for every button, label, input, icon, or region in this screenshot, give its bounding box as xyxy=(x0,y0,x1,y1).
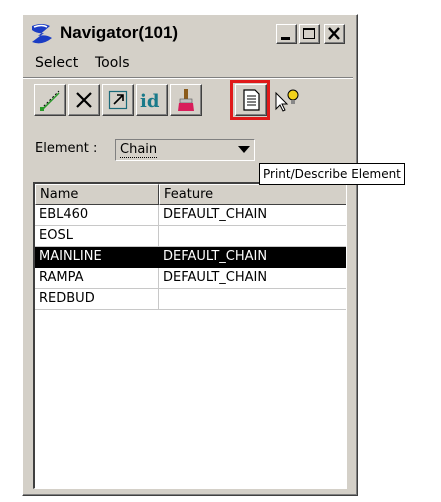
id-icon: id xyxy=(140,91,160,112)
maximize-icon xyxy=(303,28,315,39)
menu-divider xyxy=(23,77,353,79)
chevron-down-icon xyxy=(238,146,250,153)
menu-tools[interactable]: Tools xyxy=(95,55,130,71)
paint-brush-icon xyxy=(178,89,194,111)
window-arrow-icon xyxy=(108,90,128,110)
table-row[interactable]: REDBUD xyxy=(35,289,346,310)
cell-name: EBL460 xyxy=(35,205,159,226)
column-header-feature[interactable]: Feature xyxy=(159,184,346,205)
cell-feature: DEFAULT_CHAIN xyxy=(159,268,346,289)
draw-line-icon xyxy=(40,90,60,111)
cell-feature: DEFAULT_CHAIN xyxy=(159,247,346,268)
pointer-bulb-icon xyxy=(275,89,299,112)
list-header: Name Feature xyxy=(35,184,346,205)
title-bar[interactable]: Navigator(101) xyxy=(26,18,352,50)
draw-line-button[interactable] xyxy=(34,84,66,116)
cell-name: EOSL xyxy=(35,226,159,247)
window-area-button[interactable] xyxy=(102,84,134,116)
table-row[interactable]: EOSL xyxy=(35,226,346,247)
cell-name: MAINLINE xyxy=(35,247,159,268)
delete-button[interactable] xyxy=(68,84,100,116)
cell-feature xyxy=(159,289,346,310)
cell-name: REDBUD xyxy=(35,289,159,310)
cell-feature: DEFAULT_CHAIN xyxy=(159,205,346,226)
navigator-window: Navigator(101) Select Tools id Element:… xyxy=(22,14,405,496)
table-row[interactable]: MAINLINE DEFAULT_CHAIN xyxy=(35,247,346,268)
highlight-box xyxy=(230,80,270,120)
cell-name: RAMPA xyxy=(35,268,159,289)
tooltip: Print/Describe Element xyxy=(259,163,405,185)
table-row[interactable]: RAMPA DEFAULT_CHAIN xyxy=(35,268,346,289)
paint-brush-button[interactable] xyxy=(170,84,202,116)
cell-feature xyxy=(159,226,346,247)
close-button[interactable] xyxy=(324,24,345,44)
menu-bar: Select Tools xyxy=(26,53,352,75)
element-select-value: Chain xyxy=(120,142,158,158)
window-title: Navigator(101) xyxy=(60,23,179,42)
element-list[interactable]: Name Feature EBL460 DEFAULT_CHAIN EOSL MAIN… xyxy=(33,182,347,489)
delete-x-icon xyxy=(76,92,92,108)
column-header-name[interactable]: Name xyxy=(35,184,159,205)
menu-select[interactable]: Select xyxy=(35,55,78,71)
identify-button[interactable]: id xyxy=(136,84,168,116)
maximize-button[interactable] xyxy=(299,24,320,44)
minimize-icon xyxy=(281,37,290,40)
minimize-button[interactable] xyxy=(276,24,297,44)
svg-text:id: id xyxy=(140,91,160,112)
navigator-app-icon xyxy=(32,24,52,44)
element-select[interactable]: Chain xyxy=(115,139,255,161)
close-icon xyxy=(328,27,340,40)
table-row[interactable]: EBL460 DEFAULT_CHAIN xyxy=(35,205,346,226)
pointer-bulb-button[interactable] xyxy=(271,84,303,116)
element-label: Element : xyxy=(35,141,98,156)
